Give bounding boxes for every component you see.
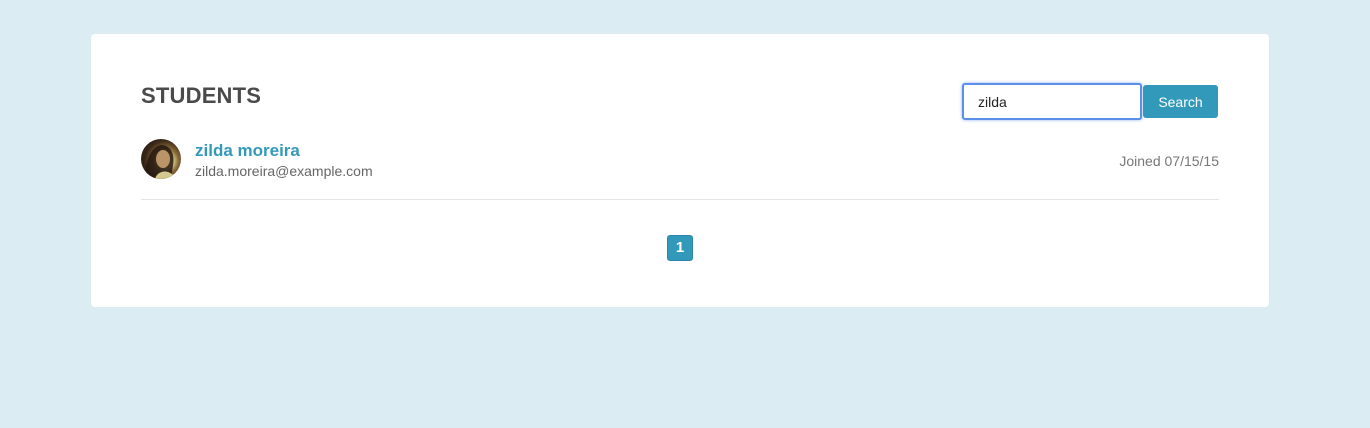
students-panel: STUDENTS Search zilda moreira zilda.more… xyxy=(91,34,1269,307)
pagination: 1 xyxy=(667,235,693,261)
search-button[interactable]: Search xyxy=(1143,85,1218,118)
avatar xyxy=(141,139,181,179)
student-name-link[interactable]: zilda moreira xyxy=(195,141,300,161)
list-item: zilda moreira zilda.moreira@example.com … xyxy=(141,139,1219,200)
search-input[interactable] xyxy=(962,83,1142,120)
joined-date: Joined 07/15/15 xyxy=(1119,153,1219,169)
student-email: zilda.moreira@example.com xyxy=(195,163,373,179)
page-button-1[interactable]: 1 xyxy=(667,235,693,261)
page-title: STUDENTS xyxy=(141,83,262,108)
